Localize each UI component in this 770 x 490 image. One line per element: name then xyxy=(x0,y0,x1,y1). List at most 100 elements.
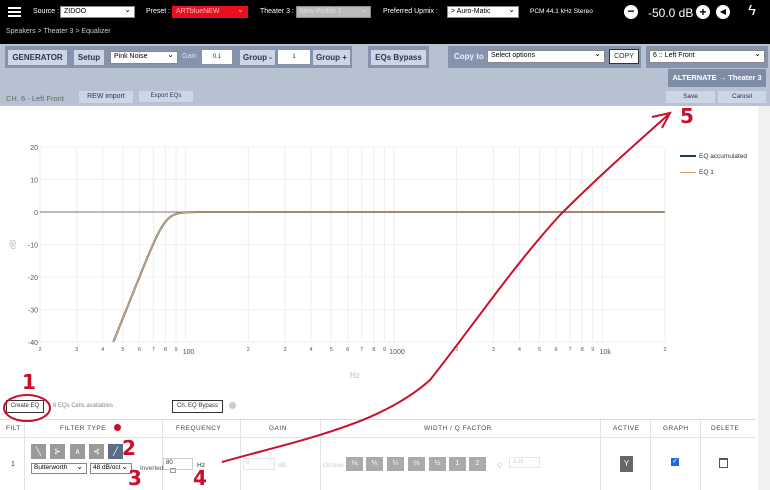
group-plus-button[interactable]: Group + xyxy=(313,50,350,65)
upmix-label: Preferred Upmix : xyxy=(383,8,438,15)
breadcrumb: Speakers > Theater 3 > Equalizer xyxy=(6,28,111,35)
upmix-select[interactable]: > Auro-Matic xyxy=(447,6,519,18)
x-tick-label: 2 xyxy=(663,347,666,353)
q-input[interactable]: 0.26 xyxy=(509,457,540,468)
lightning-icon[interactable]: ϟ xyxy=(748,2,756,19)
header-graph: GRAPH xyxy=(663,425,689,432)
highpass-filter-icon[interactable]: ╱ xyxy=(108,444,123,459)
annotation-3: 3 xyxy=(128,466,142,490)
gain-input[interactable]: 0.1 xyxy=(202,50,232,64)
legend-swatch xyxy=(680,155,696,157)
breadcrumb-speakers[interactable]: Speakers xyxy=(6,28,36,35)
legend: EQ accumulated EQ 1 xyxy=(680,151,747,177)
peak-filter-icon[interactable]: ∧ xyxy=(70,444,85,459)
x-tick-label: 7 xyxy=(152,347,155,353)
x-tick-label: 1000 xyxy=(389,349,405,356)
slope-select[interactable]: 48 dB/oct xyxy=(90,463,132,474)
x-tick-label: 9 xyxy=(383,347,386,353)
rew-import-button[interactable]: REW import xyxy=(79,91,133,103)
active-toggle[interactable]: Y xyxy=(620,456,633,472)
filter-type-info-icon[interactable] xyxy=(114,424,121,431)
breadcrumb-equalizer: Equalizer xyxy=(81,28,111,35)
x-tick-label: 6 xyxy=(138,347,141,353)
gain-input[interactable]: 0 xyxy=(243,458,275,470)
scrollbar[interactable] xyxy=(758,106,770,490)
y-axis-label: dB xyxy=(8,239,18,250)
legend-label: EQ accumulated xyxy=(699,152,748,160)
highshelf-filter-icon[interactable]: ⊰ xyxy=(89,444,104,459)
octave-button[interactable]: 1 xyxy=(449,457,466,471)
y-tick-label: 10 xyxy=(30,178,38,185)
y-tick-label: -10 xyxy=(28,243,38,250)
breadcrumb-sep: > xyxy=(37,28,42,35)
hamburger-icon[interactable] xyxy=(8,7,21,17)
x-tick-label: 8 xyxy=(164,347,167,353)
group-input[interactable]: 1 xyxy=(278,50,310,64)
speaker-icon[interactable]: ◀ xyxy=(716,5,730,19)
y-tick-label: 0 xyxy=(34,210,38,217)
octave-button[interactable]: 2 xyxy=(469,457,486,471)
octave-button[interactable]: ¼ xyxy=(387,457,404,471)
x-tick-label: 9 xyxy=(591,347,594,353)
source-select[interactable]: ZIDOO xyxy=(60,6,135,18)
octave-button[interactable]: ⅙ xyxy=(346,457,363,471)
lowshelf-filter-icon[interactable]: ⊱ xyxy=(50,444,65,459)
frequency-input[interactable]: 80 xyxy=(163,458,193,470)
top-bar: Source : ZIDOO Preset : ARTblueNEW Theat… xyxy=(0,0,770,44)
header-width-q: WIDTH / Q FACTOR xyxy=(424,425,492,432)
plus-circle-icon[interactable]: + xyxy=(696,5,710,19)
noise-select[interactable]: Pink Noise xyxy=(110,51,178,64)
gain-label: Gain xyxy=(182,53,197,60)
octave-button[interactable]: ⅓ xyxy=(408,457,425,471)
legend-item[interactable]: EQ accumulated xyxy=(680,151,747,161)
x-tick-label: 10k xyxy=(600,349,612,356)
trash-icon[interactable] xyxy=(719,458,728,468)
export-eqs-button[interactable]: Export EQs xyxy=(139,91,193,102)
octave-label: Octave xyxy=(323,462,344,469)
q-label: Q xyxy=(497,462,503,469)
create-eq-button[interactable]: Create EQ xyxy=(6,400,44,413)
toolbar-panel: GENERATOR Setup Pink Noise Gain 0.1 Grou… xyxy=(0,44,770,106)
octave-button[interactable]: ⅕ xyxy=(366,457,383,471)
setup-button[interactable]: Setup xyxy=(74,50,104,65)
minus-circle-icon[interactable]: − xyxy=(624,5,638,19)
x-tick-label: 8 xyxy=(581,347,584,353)
legend-item[interactable]: EQ 1 xyxy=(680,167,747,177)
x-tick-label: 3 xyxy=(283,347,286,353)
octave-button[interactable]: ½ xyxy=(429,457,446,471)
stream-info: PCM 44.1 kHz Stereo xyxy=(530,8,593,15)
eq-chart: 2 3 4 5 6 7 8 9 100 2 3 4 5 6 7 8 9 1000 2 3 4 5 6 7 8 9 10k 220100… xyxy=(28,145,667,356)
preset-select[interactable]: ARTblueNEW xyxy=(172,6,248,18)
graph-checkbox[interactable]: ✓ xyxy=(671,458,679,466)
x-tick-label: 4 xyxy=(101,347,104,353)
x-tick-label: 2 xyxy=(38,347,41,353)
info-icon xyxy=(229,402,236,409)
annotation-5: 5 xyxy=(680,104,694,128)
ch-eq-bypass-button[interactable]: Ch. EQ Bypass xyxy=(172,400,223,413)
header-gain: GAIN xyxy=(269,425,287,432)
channel-select[interactable]: 6 :: Left Front xyxy=(649,50,765,63)
x-tick-label: 7 xyxy=(360,347,363,353)
annotation-2: 2 xyxy=(122,436,136,460)
generator-button[interactable]: GENERATOR xyxy=(8,50,67,65)
copy-button[interactable]: COPY xyxy=(609,49,639,64)
cancel-button[interactable]: Cancel xyxy=(718,91,766,103)
x-tick-label: 3 xyxy=(492,347,495,353)
y-tick-label: -30 xyxy=(28,308,38,315)
x-tick-label: 2 xyxy=(455,347,458,353)
filter-type-select[interactable]: Butterworth xyxy=(31,463,87,474)
save-button[interactable]: Save xyxy=(666,91,715,103)
alternate-button[interactable]: ALTERNATE → Theater 3 xyxy=(668,69,766,87)
x-tick-label: 8 xyxy=(372,347,375,353)
eqs-bypass-button[interactable]: EQs Bypass xyxy=(371,50,426,65)
theater-select[interactable]: New Profile 1 xyxy=(296,6,371,18)
lowpass-filter-icon[interactable]: ╲ xyxy=(31,444,46,459)
source-label: Source : xyxy=(33,8,60,15)
header-frequency: FREQUENCY xyxy=(176,425,222,432)
header-delete: DELETE xyxy=(711,425,740,432)
y-tick-label: 20 xyxy=(30,145,38,152)
group-minus-button[interactable]: Group - xyxy=(240,50,275,65)
breadcrumb-theater[interactable]: Theater 3 xyxy=(43,28,73,35)
copy-to-select[interactable]: Select options xyxy=(487,50,605,63)
x-tick-label: 3 xyxy=(75,347,78,353)
